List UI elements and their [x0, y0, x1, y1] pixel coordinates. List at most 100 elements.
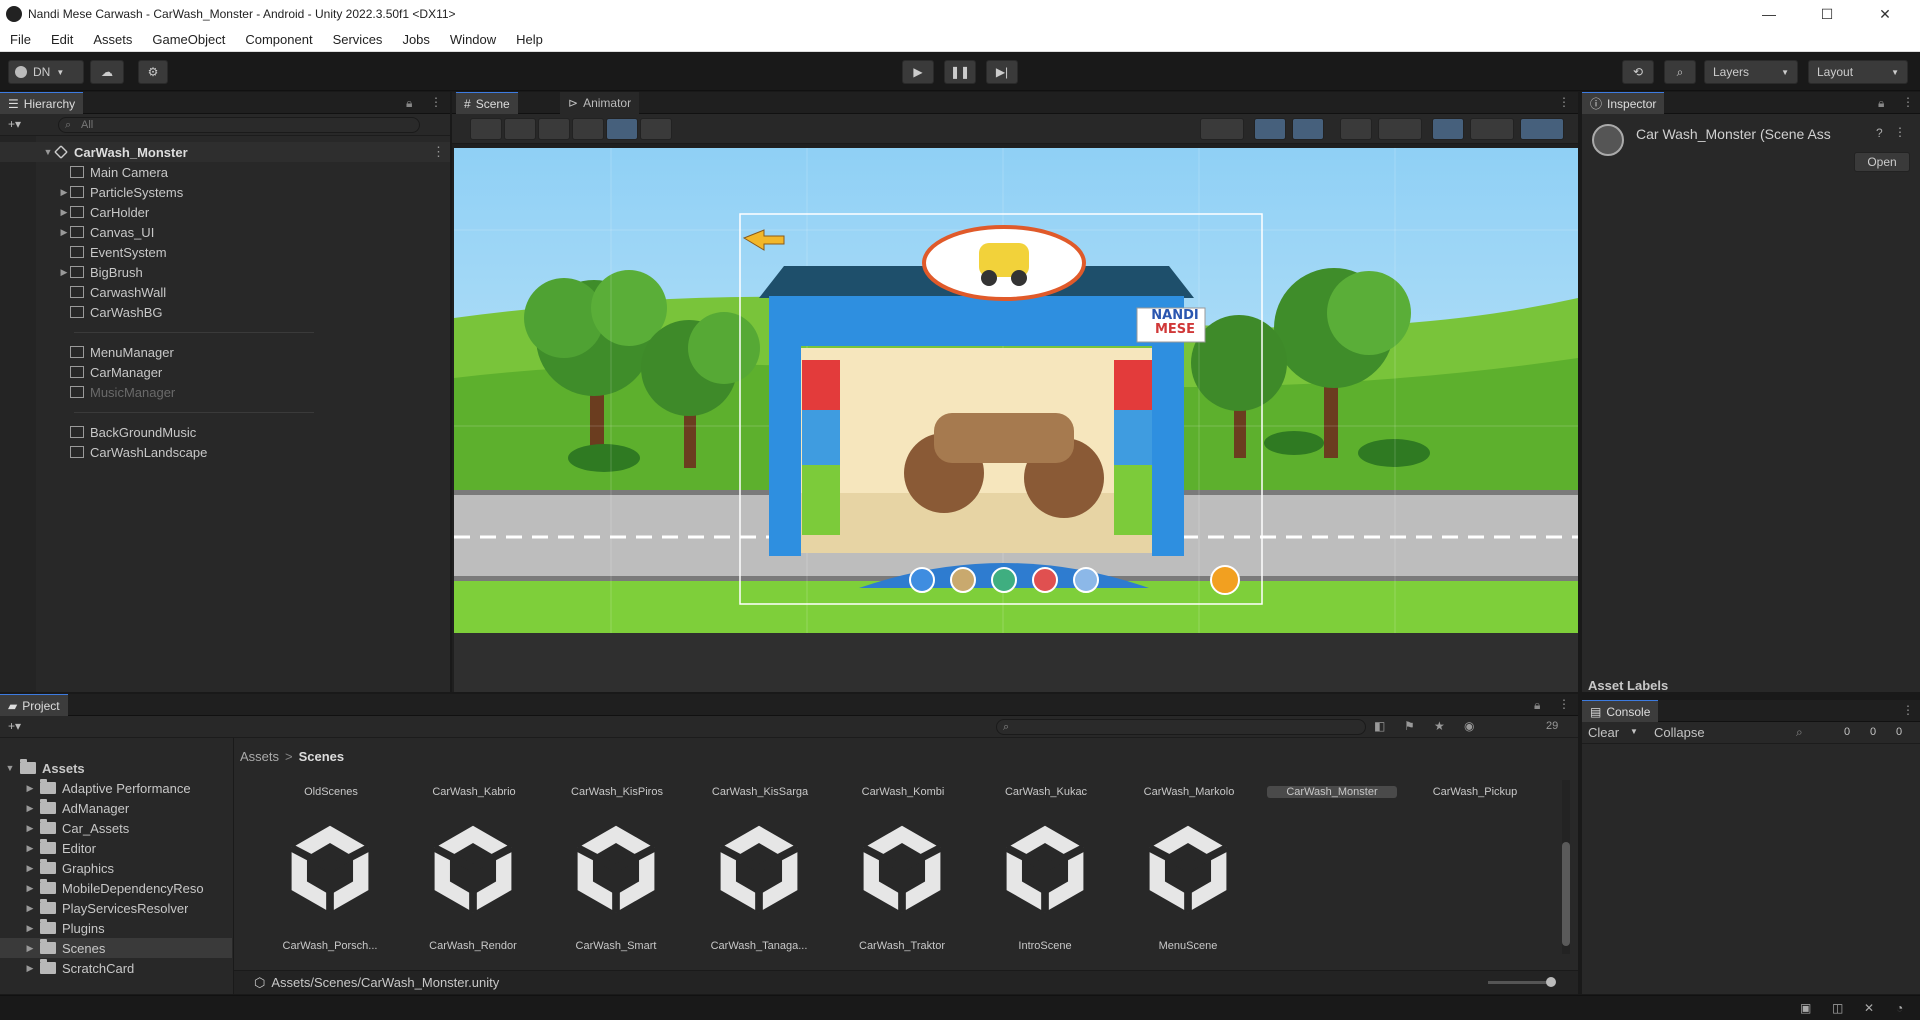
- menu-services[interactable]: Services: [323, 32, 393, 47]
- hierarchy-item[interactable]: CarWashLandscape: [0, 442, 450, 462]
- more-icon[interactable]: ⋮: [1902, 95, 1914, 109]
- asset-label[interactable]: CarWash_Kabrio: [409, 786, 539, 798]
- error-count[interactable]: 0: [1844, 726, 1850, 738]
- expand-arrow-icon[interactable]: ▶: [20, 923, 40, 934]
- layout-dropdown[interactable]: Layout ▼: [1808, 60, 1908, 84]
- add-icon[interactable]: +▾: [8, 719, 21, 733]
- expand-arrow-icon[interactable]: ▶: [20, 843, 40, 854]
- menu-gameobject[interactable]: GameObject: [142, 32, 235, 47]
- hierarchy-item[interactable]: BackGroundMusic: [0, 422, 450, 442]
- unity-scene-icon[interactable]: [854, 818, 950, 918]
- camera-dropdown[interactable]: [1470, 118, 1514, 140]
- expand-arrow-icon[interactable]: ▶: [58, 267, 70, 278]
- search-button[interactable]: ⌕: [1664, 60, 1696, 84]
- chevron-down-icon[interactable]: ▼: [1630, 727, 1638, 736]
- help-icon[interactable]: ?: [1876, 126, 1883, 140]
- hierarchy-item[interactable]: ▶ BigBrush: [0, 262, 450, 282]
- asset-label[interactable]: CarWash_Kukac: [981, 786, 1111, 798]
- folder-item[interactable]: ▶ AdManager: [0, 798, 232, 818]
- cloud-button[interactable]: ☁: [90, 60, 124, 84]
- tab-scene[interactable]: # Scene: [456, 92, 518, 114]
- effects-dropdown[interactable]: [1378, 118, 1422, 140]
- menu-assets[interactable]: Assets: [83, 32, 142, 47]
- folder-item[interactable]: ▶ Graphics: [0, 858, 232, 878]
- folder-item[interactable]: ▶ Plugins: [0, 918, 232, 938]
- more-icon[interactable]: ⋮: [430, 95, 442, 109]
- hierarchy-item[interactable]: CarManager: [0, 362, 450, 382]
- 2d-toggle-button[interactable]: [1254, 118, 1286, 140]
- folder-item[interactable]: ▶ ScratchCard: [0, 958, 232, 978]
- play-button[interactable]: ▶: [902, 60, 934, 84]
- asset-label[interactable]: CarWash_Rendor: [408, 940, 538, 952]
- gizmos-dropdown[interactable]: [1520, 118, 1564, 140]
- hierarchy-item[interactable]: Main Camera: [0, 162, 450, 182]
- expand-arrow-icon[interactable]: ▶: [20, 883, 40, 894]
- scene-root[interactable]: ▼ CarWash_Monster ⋮: [0, 142, 450, 162]
- icon-size-slider[interactable]: [1488, 977, 1556, 987]
- account-status-icon[interactable]: ◔: [1896, 1001, 1903, 1015]
- tab-hierarchy[interactable]: ☰ Hierarchy: [0, 92, 84, 114]
- minimize-button[interactable]: —: [1746, 0, 1792, 28]
- hierarchy-item[interactable]: MusicManager: [0, 382, 450, 402]
- info-count[interactable]: 0: [1896, 726, 1902, 738]
- more-icon[interactable]: ⋮: [1902, 703, 1914, 717]
- lighting-toggle-button[interactable]: [1292, 118, 1324, 140]
- folder-item[interactable]: ▶ PlayServicesResolver: [0, 898, 232, 918]
- hierarchy-item[interactable]: ▶ ParticleSystems: [0, 182, 450, 202]
- expand-arrow-icon[interactable]: ▶: [20, 823, 40, 834]
- asset-label[interactable]: CarWash_Monster: [1267, 786, 1397, 798]
- add-icon[interactable]: +▾: [8, 117, 21, 131]
- debug-icon[interactable]: ✕: [1864, 1001, 1874, 1015]
- unity-scene-icon[interactable]: [711, 818, 807, 918]
- tab-console[interactable]: ▤ Console: [1582, 700, 1659, 722]
- folder-item[interactable]: ▶ Adaptive Performance: [0, 778, 232, 798]
- asset-label[interactable]: CarWash_Tanaga...: [694, 940, 824, 952]
- asset-label[interactable]: CarWash_KisPiros: [552, 786, 682, 798]
- expand-arrow-icon[interactable]: ▶: [58, 227, 70, 238]
- more-icon[interactable]: ⋮: [432, 144, 445, 160]
- asset-label[interactable]: CarWash_Porsch...: [265, 940, 395, 952]
- console-search-icon[interactable]: ⌕: [1796, 725, 1803, 740]
- step-button[interactable]: ▶|: [986, 60, 1018, 84]
- icon-size-slider-handle[interactable]: [1546, 977, 1556, 987]
- clear-button[interactable]: Clear: [1588, 725, 1619, 740]
- settings-icon[interactable]: ⋮: [1894, 125, 1906, 139]
- asset-label[interactable]: MenuScene: [1123, 940, 1253, 952]
- scene-viewport[interactable]: NANDI MESE: [454, 148, 1578, 692]
- expand-arrow-icon[interactable]: ▶: [20, 783, 40, 794]
- filter-type-icon[interactable]: ◧: [1374, 719, 1385, 733]
- hierarchy-item[interactable]: ▶ CarHolder: [0, 202, 450, 222]
- progress-icon[interactable]: ◫: [1832, 1001, 1843, 1015]
- unity-scene-icon[interactable]: [282, 818, 378, 918]
- project-scrollbar[interactable]: [1562, 780, 1570, 954]
- move-tool-button[interactable]: [504, 118, 536, 140]
- services-button[interactable]: ⚙: [138, 60, 168, 84]
- menu-help[interactable]: Help: [506, 32, 553, 47]
- expand-arrow-icon[interactable]: ▶: [20, 943, 40, 954]
- project-search-input[interactable]: ⌕: [996, 719, 1366, 735]
- menu-component[interactable]: Component: [235, 32, 322, 47]
- scene-visibility-button[interactable]: [1432, 118, 1464, 140]
- unity-scene-icon[interactable]: [425, 818, 521, 918]
- hierarchy-item[interactable]: MenuManager: [0, 342, 450, 362]
- lock-icon[interactable]: 🔒︎: [406, 96, 412, 111]
- folder-item[interactable]: ▶ Editor: [0, 838, 232, 858]
- asset-label[interactable]: IntroScene: [980, 940, 1110, 952]
- expand-arrow-icon[interactable]: ▶: [20, 963, 40, 974]
- asset-label[interactable]: OldScenes: [266, 786, 396, 798]
- menu-file[interactable]: File: [0, 32, 41, 47]
- transform-tool-button[interactable]: [640, 118, 672, 140]
- breadcrumb-assets[interactable]: Assets: [240, 749, 279, 764]
- folder-item[interactable]: ▶ MobileDependencyReso: [0, 878, 232, 898]
- hierarchy-item[interactable]: [0, 402, 450, 422]
- collapse-button[interactable]: Collapse: [1654, 725, 1705, 740]
- menu-jobs[interactable]: Jobs: [392, 32, 439, 47]
- hierarchy-search-input[interactable]: ⌕ All: [58, 117, 420, 133]
- lock-icon[interactable]: 🔒︎: [1878, 96, 1884, 111]
- more-icon[interactable]: ⋮: [1558, 95, 1570, 109]
- folder-item[interactable]: ▶ Car_Assets: [0, 818, 232, 838]
- menu-edit[interactable]: Edit: [41, 32, 83, 47]
- unity-scene-icon[interactable]: [1140, 818, 1236, 918]
- folder-item[interactable]: ▶ Scenes: [0, 938, 232, 958]
- expand-arrow-icon[interactable]: ▶: [20, 863, 40, 874]
